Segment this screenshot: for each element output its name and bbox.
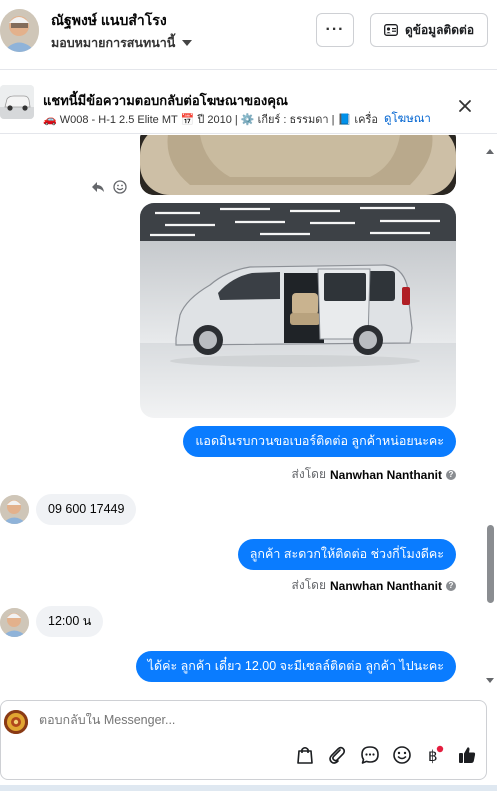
assign-label: มอบหมายการสนทนานี้ [51,36,176,50]
ad-banner-detail: 🚗 W008 - H-1 2.5 Elite MT 📅 ปี 2010 | ⚙️… [43,114,378,126]
sent-by-prefix: ส่งโดย [291,578,326,592]
image-message[interactable] [140,135,456,195]
more-options-button[interactable]: ··· [316,13,354,47]
message-composer: ฿ [0,700,487,780]
reply-input[interactable] [39,713,439,727]
reply-icon[interactable] [91,181,105,193]
scroll-thumb[interactable] [487,525,494,603]
emoji-react-icon[interactable] [113,180,127,194]
baht-icon[interactable]: ฿ [424,745,444,765]
close-icon[interactable] [455,96,475,116]
conversation-header: ณัฐพงษ์ แนบสำโรง มอบหมายการสนทนานี้ ··· … [0,0,497,70]
more-icon: ··· [325,21,345,38]
emoji-icon[interactable] [392,745,412,765]
incoming-message[interactable]: 09 600 17449 [36,494,137,525]
message-thread: แอดมินรบกวนขอเบอร์ติดต่อ ลูกค้าหน่อยนะคะ… [0,135,483,688]
chat-reply-icon[interactable] [360,745,380,765]
scroll-down-icon[interactable] [484,676,496,686]
image-message[interactable] [140,203,456,418]
chevron-down-icon [182,40,193,46]
sent-by-prefix: ส่งโดย [291,467,326,481]
info-icon[interactable]: ? [446,469,456,480]
contact-avatar[interactable] [0,9,39,52]
bag-icon[interactable] [295,745,315,765]
ad-banner-title: แชทนี้มีข้อความตอบกลับต่อโฆษณาของคุณ [43,93,288,108]
outgoing-message[interactable]: ได้ค่ะ ลูกค้า เดี๋ยว 12.00 จะมีเซลล์ติดต… [135,651,456,682]
view-ad-link[interactable]: ดูโฆษณา [384,110,431,128]
svg-text:฿: ฿ [428,747,438,765]
avatar[interactable] [0,495,29,524]
thumbs-up-icon[interactable] [457,745,477,765]
incoming-message[interactable]: 12:00 น [36,606,104,637]
message-actions [91,180,127,194]
ad-reply-banner: แชทนี้มีข้อความตอบกลับต่อโฆษณาของคุณ 🚗 W… [0,82,497,134]
contact-card-icon [384,24,398,36]
sent-by-label: ส่งโดย Nanwhan Nanthanit ? [292,576,456,595]
outgoing-message[interactable]: แอดมินรบกวนขอเบอร์ติดต่อ ลูกค้าหน่อยนะคะ [183,426,456,457]
scroll-up-icon[interactable] [484,146,496,156]
outgoing-message[interactable]: ลูกค้า สะดวกให้ติดต่อ ช่วงกี่โมงดีคะ [237,539,456,570]
sender-name: Nanwhan Nanthanit [329,467,442,482]
attach-icon[interactable] [327,745,347,765]
info-icon[interactable]: ? [446,580,456,591]
window-bottom-edge [0,785,497,791]
sender-name: Nanwhan Nanthanit [329,578,442,593]
view-contact-label: ดูข้อมูลติดต่อ [404,22,475,37]
contact-name: ณัฐพงษ์ แนบสำโรง [51,12,167,28]
chat-scrollbar[interactable] [484,140,496,690]
sent-by-label: ส่งโดย Nanwhan Nanthanit ? [292,465,456,484]
assign-conversation-dropdown[interactable]: มอบหมายการสนทนานี้ [51,33,193,53]
avatar[interactable] [0,608,29,637]
ad-thumbnail[interactable] [0,85,34,119]
view-contact-button[interactable]: ดูข้อมูลติดต่อ [370,13,488,47]
page-avatar [4,710,28,734]
